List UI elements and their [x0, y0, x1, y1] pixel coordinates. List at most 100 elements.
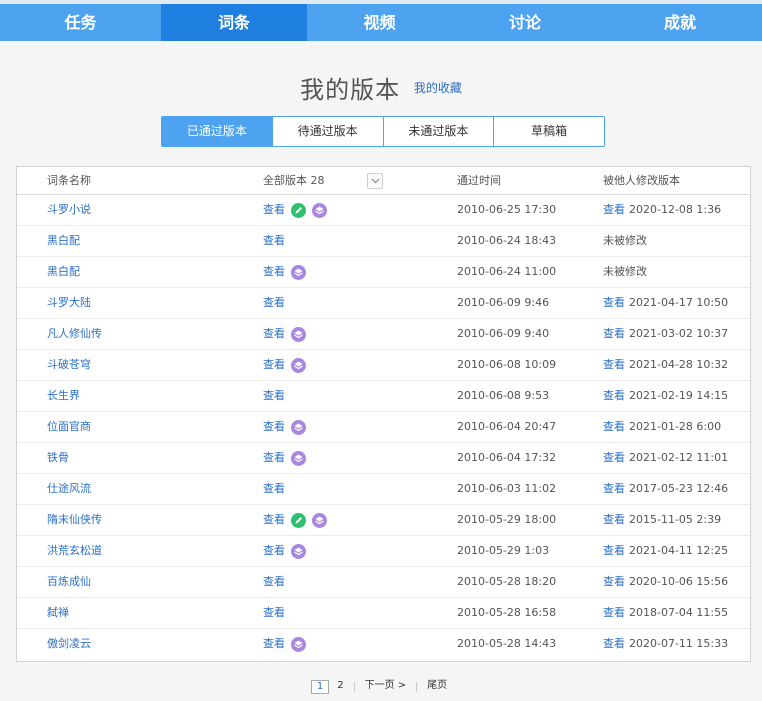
layers-icon[interactable] — [312, 512, 327, 528]
versions-filter-dropdown[interactable] — [367, 173, 383, 189]
view-version-link[interactable]: 查看 — [263, 443, 285, 473]
entry-name-link[interactable]: 隋末仙侠传 — [47, 505, 102, 535]
nav-item-1[interactable]: 词条 — [161, 4, 307, 41]
tab-3[interactable]: 草稿箱 — [493, 117, 604, 146]
entry-name-link[interactable]: 百炼成仙 — [47, 567, 91, 597]
modified-time: 2021-02-12 11:01 — [629, 451, 729, 464]
view-version-link[interactable]: 查看 — [263, 629, 285, 659]
modified-time: 2020-07-11 15:33 — [629, 637, 729, 650]
entry-name-link[interactable]: 黑白配 — [47, 226, 80, 256]
versions-cell: 查看 — [263, 629, 306, 659]
view-version-link[interactable]: 查看 — [263, 536, 285, 566]
layers-icon[interactable] — [291, 636, 306, 652]
layers-icon[interactable] — [312, 202, 327, 218]
last-page-link[interactable]: 尾页 — [423, 680, 451, 694]
view-version-link[interactable]: 查看 — [263, 226, 285, 256]
view-modified-link[interactable]: 查看 — [603, 296, 625, 309]
view-version-link[interactable]: 查看 — [263, 412, 285, 442]
table-row: 斗罗小说 查看 2010-06-25 17:30 查看 2020-12-08 1:36 — [17, 195, 750, 226]
entry-name-link[interactable]: 仕途风流 — [47, 474, 91, 504]
layers-icon[interactable] — [291, 264, 306, 280]
layers-icon[interactable] — [291, 326, 306, 342]
modified-cell: 查看 2021-04-17 10:50 — [603, 288, 728, 318]
view-version-link[interactable]: 查看 — [263, 288, 285, 318]
layers-icon[interactable] — [291, 357, 306, 373]
view-version-link[interactable]: 查看 — [263, 381, 285, 411]
edit-icon[interactable] — [291, 512, 306, 528]
view-version-link[interactable]: 查看 — [263, 319, 285, 349]
view-modified-link[interactable]: 查看 — [603, 358, 625, 371]
layers-icon[interactable] — [291, 450, 306, 466]
view-version-link[interactable]: 查看 — [263, 257, 285, 287]
view-modified-link[interactable]: 查看 — [603, 203, 625, 216]
entry-name-link[interactable]: 弑禅 — [47, 598, 69, 628]
view-modified-link[interactable]: 查看 — [603, 389, 625, 402]
entry-name-link[interactable]: 黑白配 — [47, 257, 80, 287]
pass-time: 2010-06-09 9:46 — [457, 296, 550, 309]
modified-cell: 查看 2020-07-11 15:33 — [603, 629, 728, 659]
pass-time: 2010-06-08 9:53 — [457, 389, 550, 402]
tab-1[interactable]: 待通过版本 — [271, 117, 383, 146]
view-modified-link[interactable]: 查看 — [603, 606, 625, 619]
view-version-link[interactable]: 查看 — [263, 350, 285, 380]
pager-divider — [353, 682, 355, 692]
my-favorites-link[interactable]: 我的收藏 — [414, 79, 462, 96]
versions-cell: 查看 — [263, 381, 285, 411]
entry-name-link[interactable]: 位面官商 — [47, 412, 91, 442]
view-modified-link[interactable]: 查看 — [603, 637, 625, 650]
view-version-link[interactable]: 查看 — [263, 195, 285, 225]
view-version-link[interactable]: 查看 — [263, 474, 285, 504]
tab-0[interactable]: 已通过版本 — [162, 117, 272, 146]
table-row: 傲剑凌云 查看 2010-05-28 14:43 查看 2020-07-11 15:33 — [17, 629, 750, 660]
view-modified-link[interactable]: 查看 — [603, 575, 625, 588]
page-2[interactable]: 2 — [333, 680, 347, 694]
view-version-link[interactable]: 查看 — [263, 567, 285, 597]
modified-cell: 查看 2020-12-08 1:36 — [603, 195, 721, 225]
modified-cell: 查看 2017-05-23 12:46 — [603, 474, 728, 504]
nav-item-0[interactable]: 任务 — [0, 4, 161, 41]
page-title: 我的版本 — [300, 76, 401, 104]
versions-cell: 查看 — [263, 567, 285, 597]
table-row: 斗罗大陆 查看 2010-06-09 9:46 查看 2021-04-17 10:50 — [17, 288, 750, 319]
table-row: 弑禅 查看 2010-05-28 16:58 查看 2018-07-04 11:55 — [17, 598, 750, 629]
view-modified-link[interactable]: 查看 — [603, 544, 625, 557]
view-modified-link[interactable]: 查看 — [603, 513, 625, 526]
entry-name-link[interactable]: 长生界 — [47, 381, 80, 411]
modified-cell: 查看 2015-11-05 2:39 — [603, 505, 721, 535]
table-row: 百炼成仙 查看 2010-05-28 18:20 查看 2020-10-06 15:56 — [17, 567, 750, 598]
pass-time: 2010-05-29 1:03 — [457, 544, 550, 557]
modified-time: 2021-04-11 12:25 — [629, 544, 729, 557]
entry-name-link[interactable]: 斗罗大陆 — [47, 288, 91, 318]
view-modified-link[interactable]: 查看 — [603, 420, 625, 433]
modified-time: 2021-04-28 10:32 — [629, 358, 729, 371]
entry-name-link[interactable]: 斗罗小说 — [47, 195, 91, 225]
entry-name-link[interactable]: 斗破苍穹 — [47, 350, 91, 380]
view-version-link[interactable]: 查看 — [263, 505, 285, 535]
not-modified-text: 未被修改 — [603, 265, 647, 278]
tab-2[interactable]: 未通过版本 — [382, 117, 494, 146]
modified-cell: 查看 2021-01-28 6:00 — [603, 412, 721, 442]
chevron-down-icon — [371, 178, 380, 184]
modified-cell: 查看 2021-04-28 10:32 — [603, 350, 728, 380]
modified-cell: 未被修改 — [603, 226, 647, 256]
pass-time: 2010-05-28 14:43 — [457, 637, 557, 650]
view-modified-link[interactable]: 查看 — [603, 451, 625, 464]
versions-cell: 查看 — [263, 226, 285, 256]
entry-name-link[interactable]: 傲剑凌云 — [47, 629, 91, 659]
entry-name-link[interactable]: 洪荒玄松道 — [47, 536, 102, 566]
layers-icon[interactable] — [291, 419, 306, 435]
layers-icon[interactable] — [291, 543, 306, 559]
table-row: 黑白配 查看 2010-06-24 11:00 未被修改 — [17, 257, 750, 288]
entry-name-link[interactable]: 铁骨 — [47, 443, 69, 473]
view-modified-link[interactable]: 查看 — [603, 482, 625, 495]
nav-item-3[interactable]: 讨论 — [452, 4, 598, 41]
page-1[interactable]: 1 — [310, 680, 330, 694]
view-version-link[interactable]: 查看 — [263, 598, 285, 628]
nav-item-2[interactable]: 视频 — [307, 4, 452, 41]
modified-time: 2020-10-06 15:56 — [629, 575, 729, 588]
nav-item-4[interactable]: 成就 — [598, 4, 762, 41]
view-modified-link[interactable]: 查看 — [603, 327, 625, 340]
next-page-link[interactable]: 下一页 > — [361, 680, 411, 694]
edit-icon[interactable] — [291, 202, 306, 218]
entry-name-link[interactable]: 凡人修仙传 — [47, 319, 102, 349]
